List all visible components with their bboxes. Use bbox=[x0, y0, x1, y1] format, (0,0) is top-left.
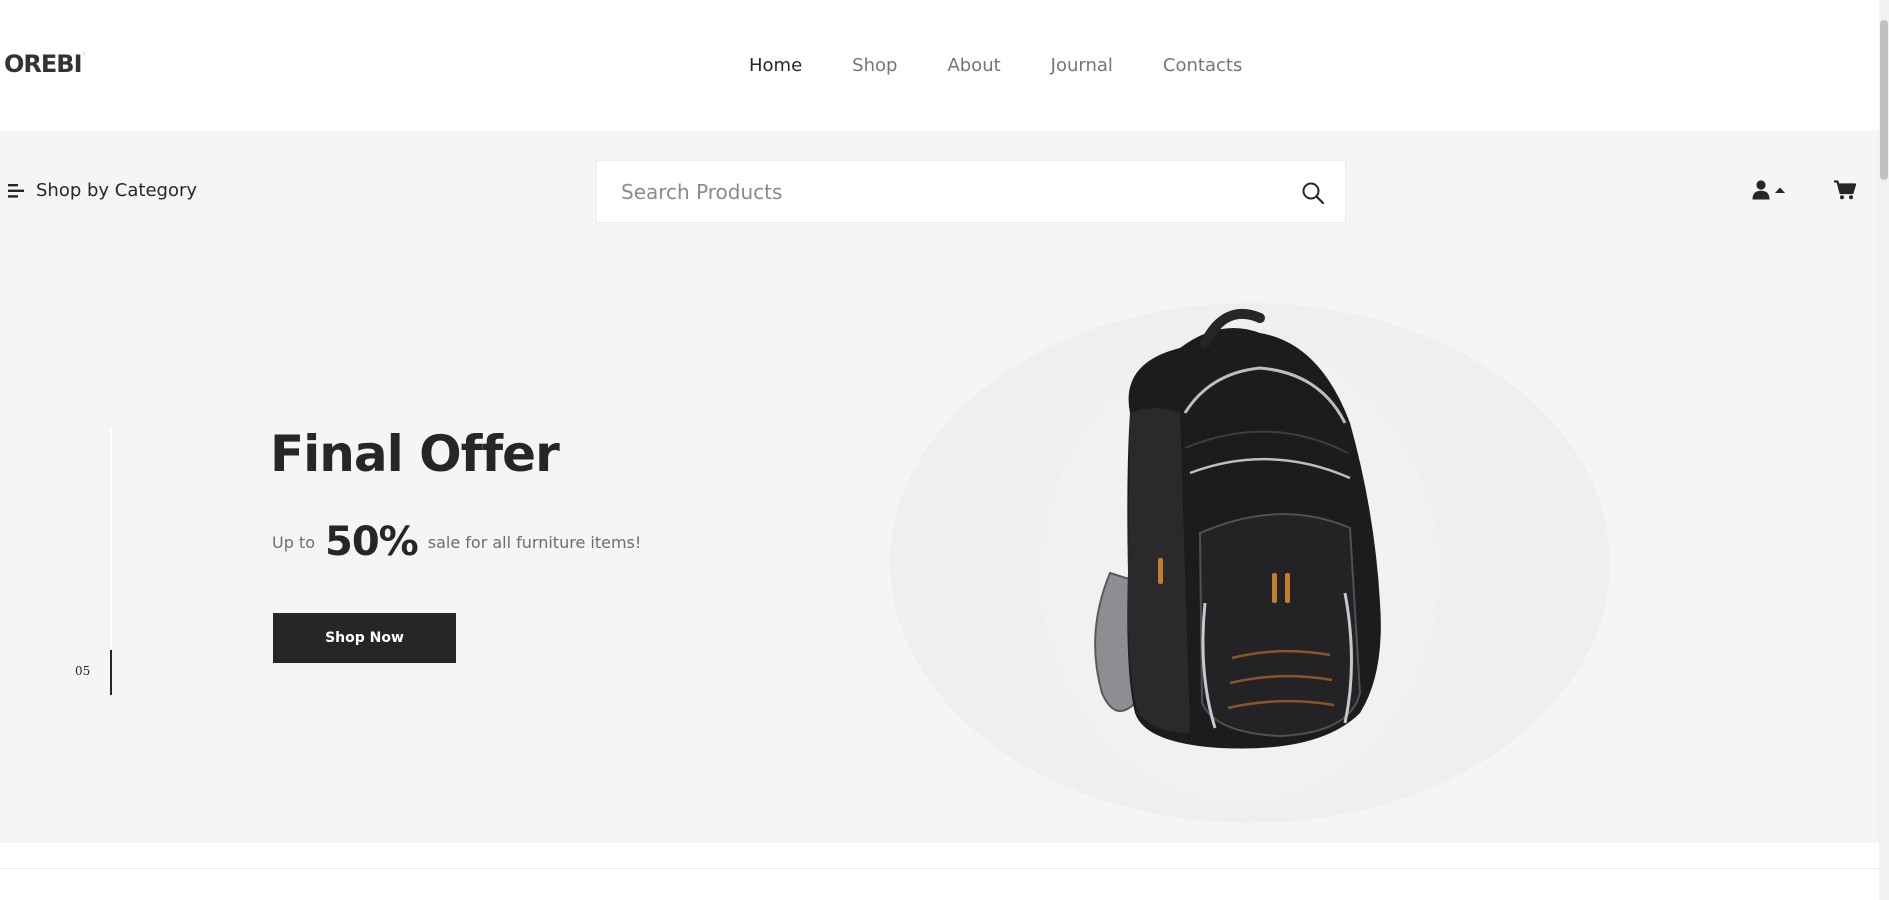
section-divider bbox=[0, 868, 1879, 869]
user-menu-button[interactable] bbox=[1752, 180, 1786, 200]
slider-track bbox=[110, 428, 112, 648]
logo-text: OREBI bbox=[4, 50, 82, 78]
user-icon bbox=[1752, 180, 1770, 200]
menu-lines-icon bbox=[8, 183, 24, 198]
backpack-image bbox=[890, 303, 1610, 823]
logo[interactable]: OREBI:: bbox=[4, 50, 86, 78]
search-icon[interactable] bbox=[1301, 181, 1325, 205]
nav-home[interactable]: Home bbox=[749, 55, 802, 76]
cart-button[interactable] bbox=[1834, 180, 1857, 204]
nav-journal[interactable]: Journal bbox=[1051, 55, 1113, 76]
search-box bbox=[596, 160, 1346, 223]
shop-by-category-button[interactable]: Shop by Category bbox=[8, 180, 197, 201]
slider-indicator: 05 bbox=[69, 428, 119, 698]
caret-up-icon bbox=[1775, 187, 1785, 193]
scrollbar-thumb[interactable] bbox=[1880, 20, 1888, 180]
slide-number: 05 bbox=[75, 664, 91, 678]
hero-title: Final Offer bbox=[270, 425, 560, 483]
hero-sub-suffix: sale for all furniture items! bbox=[427, 532, 642, 552]
shop-now-button[interactable]: Shop Now bbox=[273, 613, 456, 663]
page-scrollbar[interactable] bbox=[1879, 0, 1889, 900]
toolbar: Shop by Category bbox=[0, 130, 1879, 253]
search-input[interactable] bbox=[621, 161, 1261, 222]
nav-about[interactable]: About bbox=[947, 55, 1000, 76]
hero-banner: 05 Final Offer Up to 50% sale for all fu… bbox=[0, 253, 1879, 843]
slider-active-marker[interactable] bbox=[110, 650, 112, 695]
logo-mark: :: bbox=[82, 50, 86, 57]
hero-sub-prefix: Up to bbox=[272, 532, 316, 552]
hero-discount: 50% bbox=[325, 519, 419, 565]
site-header: OREBI:: Home Shop About Journal Contacts bbox=[0, 0, 1879, 130]
hero-subtitle: Up to 50% sale for all furniture items! bbox=[272, 519, 641, 565]
cart-icon bbox=[1834, 180, 1857, 200]
main-nav: Home Shop About Journal Contacts bbox=[749, 55, 1242, 76]
category-label: Shop by Category bbox=[36, 180, 198, 201]
nav-shop[interactable]: Shop bbox=[852, 55, 897, 76]
nav-contacts[interactable]: Contacts bbox=[1163, 55, 1242, 76]
